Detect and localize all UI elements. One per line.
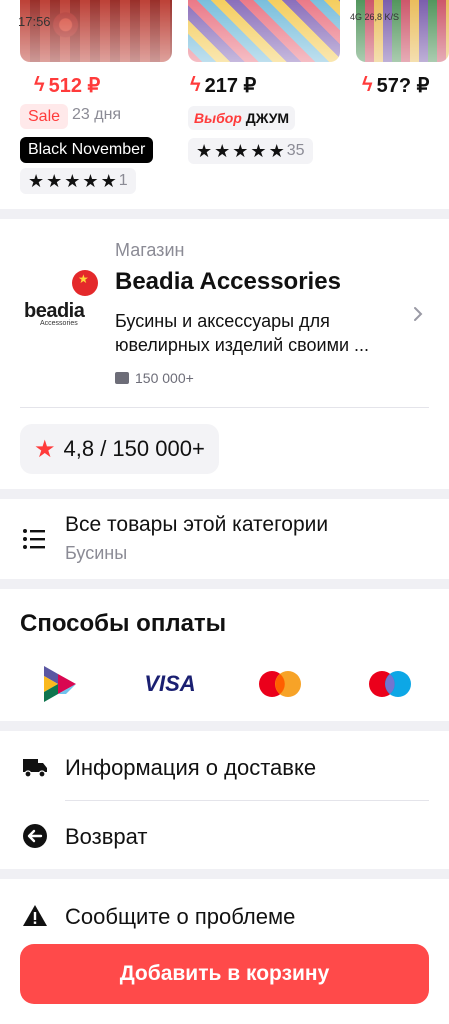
star-icon: ★ — [100, 171, 117, 191]
visa-icon: VISA — [144, 671, 196, 696]
store-logo: beadia Accessories — [24, 270, 104, 330]
payment-title: Способы оплаты — [20, 610, 227, 637]
status-indicators: 4G 26,8 K/S — [350, 12, 400, 22]
related-products-strip: 17:56 4G 26,8 K/S ϟ 512 ₽ ϟ 217 ₽ ϟ 57? … — [0, 0, 449, 200]
list-icon — [23, 529, 45, 549]
product-price: ϟ 217 ₽ — [190, 74, 257, 97]
vybor-badge: Выбор ДЖУМ — [188, 106, 296, 130]
star-icon: ★ — [196, 141, 213, 161]
star-icon: ★ — [268, 141, 285, 161]
section-separator — [0, 489, 449, 499]
star-icon: ★ — [214, 141, 231, 161]
product-thumbnail[interactable] — [188, 0, 340, 62]
store-name: Beadia Accessories — [115, 268, 341, 295]
store-description: Бусины и аксессуары для ювелирных издели… — [115, 311, 370, 355]
report-label: Сообщите о проблеме — [65, 904, 296, 929]
status-time: 17:56 — [18, 14, 51, 29]
store-logo-subtext: Accessories — [40, 320, 78, 327]
sale-days: 23 дня — [72, 106, 122, 123]
product-price: ϟ 512 ₽ — [34, 74, 101, 97]
truck-icon — [23, 759, 47, 778]
lightning-icon: ϟ — [362, 74, 373, 96]
chevron-right-icon[interactable] — [410, 302, 426, 326]
divider — [65, 800, 429, 801]
star-icon: ★ — [46, 171, 63, 191]
section-separator — [0, 579, 449, 589]
star-icon: ★ — [250, 141, 267, 161]
star-icon: ★ — [28, 171, 45, 191]
lightning-icon: ϟ — [190, 74, 201, 96]
product-thumbnail[interactable] — [356, 0, 449, 62]
category-title: Все товары этой категории — [65, 513, 329, 536]
china-flag-icon — [72, 270, 98, 296]
store-reviews: 150 000+ — [115, 370, 194, 386]
return-arrow-icon — [23, 824, 47, 848]
category-subtitle: Бусины — [65, 543, 128, 563]
star-icon: ★ — [82, 171, 99, 191]
black-november-badge: Black November — [20, 137, 154, 163]
chat-icon — [115, 372, 129, 384]
return-label: Возврат — [65, 824, 148, 849]
section-separator — [0, 209, 449, 219]
product-price: ϟ 57? ₽ — [362, 74, 430, 97]
section-separator — [0, 721, 449, 731]
product-rating: ★ ★ ★ ★ ★ 1 — [20, 168, 136, 194]
divider — [20, 407, 429, 408]
lightning-icon: ϟ — [34, 74, 45, 96]
star-icon: ★ — [232, 141, 249, 161]
store-rating[interactable]: ★ 4,8 / 150 000+ — [20, 424, 219, 474]
maestro-icon — [368, 664, 412, 704]
product-rating: ★ ★ ★ ★ ★ 35 — [188, 138, 313, 164]
section-separator — [0, 869, 449, 879]
star-icon: ★ — [64, 171, 81, 191]
sale-badge: Sale — [20, 104, 69, 129]
delivery-label: Информация о доставке — [65, 755, 317, 780]
sbp-icon — [40, 664, 80, 704]
rating-count: 1 — [118, 172, 128, 189]
rating-count: 35 — [286, 142, 305, 159]
star-icon: ★ — [34, 435, 56, 463]
store-label: Магазин — [115, 240, 185, 260]
mastercard-icon — [258, 664, 302, 704]
warning-icon — [23, 905, 47, 926]
product-thumbnail[interactable] — [20, 0, 172, 62]
add-to-cart-button[interactable]: Добавить в корзину — [20, 944, 429, 1004]
